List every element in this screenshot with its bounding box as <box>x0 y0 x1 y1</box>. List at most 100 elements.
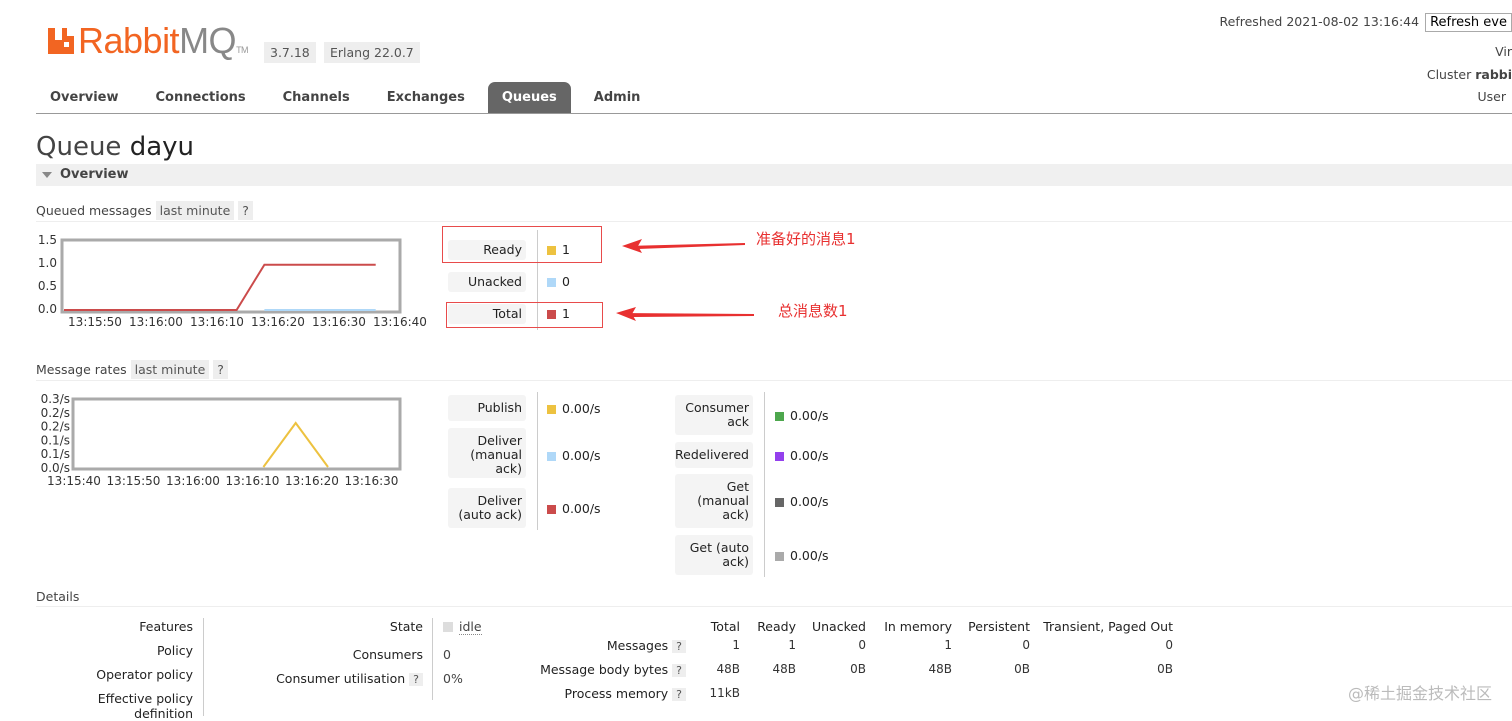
details-heading: Details <box>36 589 80 604</box>
x-tick-label: 13:15:40 <box>47 474 101 488</box>
details-separator <box>203 618 204 716</box>
annotation-arrow <box>616 307 754 321</box>
legend-label-deliver-auto: Deliver (auto ack) <box>448 488 526 528</box>
chart-frame <box>60 238 402 314</box>
legend-label-unacked: Unacked <box>448 272 526 292</box>
rabbitmq-logo-icon <box>48 28 74 54</box>
logo-text: RabbitMQTM <box>78 20 249 61</box>
cell: 1 <box>944 638 952 652</box>
cell: 0 <box>858 638 866 652</box>
chart-frame <box>71 397 402 471</box>
message-rates-chart: 0.3/s0.2/s0.2/s0.1/s0.1/s0.0/s13:15:40 13… <box>41 392 402 488</box>
divider <box>36 606 1512 607</box>
y-tick-label: 0.0 <box>38 302 57 316</box>
cell: 11kB <box>709 686 740 700</box>
legend-value-get-manual: 0.00/s <box>775 494 829 509</box>
policy-label: Policy <box>157 643 193 658</box>
help-button[interactable]: ? <box>238 201 253 220</box>
range-selector[interactable]: last minute <box>130 360 210 379</box>
queued-messages-heading: Queued messages last minute ? <box>36 201 253 220</box>
erlang-badge: Erlang 22.0.7 <box>324 42 420 63</box>
user-info: User <box>1477 89 1507 104</box>
row-label-messages: Messages? <box>500 638 686 653</box>
y-tick-label: 0.2/s <box>41 406 70 420</box>
x-tick-label: 13:16:10 <box>226 474 280 488</box>
tab-connections[interactable]: Connections <box>142 82 260 114</box>
cell: 0B <box>1157 662 1173 676</box>
cell: 48B <box>716 662 740 676</box>
tab-queues[interactable]: Queues <box>487 82 571 114</box>
y-tick-label: 0.5 <box>38 279 57 293</box>
tab-channels[interactable]: Channels <box>269 82 364 114</box>
cell: 0 <box>1022 638 1030 652</box>
consumer-utilisation-value: 0% <box>443 671 463 686</box>
cell: 0B <box>1014 662 1030 676</box>
x-tick-label: 13:16:20 <box>285 474 339 488</box>
column-in-memory: In memory <box>884 619 952 634</box>
cell: 0 <box>1165 638 1173 652</box>
divider <box>36 380 1512 381</box>
legend-label-publish: Publish <box>448 395 526 421</box>
watermark: @稀土掘金技术社区 <box>1347 684 1492 703</box>
tab-exchanges[interactable]: Exchanges <box>373 82 479 114</box>
legend-value-get-auto: 0.00/s <box>775 548 829 563</box>
legend-label-deliver-manual: Deliver (manual ack) <box>448 428 526 478</box>
legend-label-get-manual: Get (manual ack) <box>675 474 753 528</box>
features-label: Features <box>139 619 193 634</box>
effective-policy-label: Effective policy definition <box>97 691 193 721</box>
cell: 0B <box>850 662 866 676</box>
column-ready: Ready <box>757 619 796 634</box>
section-label: Overview <box>60 167 129 182</box>
state-value: idle <box>443 619 482 635</box>
legend-label-get-auto: Get (auto ack) <box>675 535 753 575</box>
help-button[interactable]: ? <box>213 360 228 379</box>
y-tick-label: 0.1/s <box>41 433 70 447</box>
legend-value-deliver-manual: 0.00/s <box>547 448 601 463</box>
legend-value-unacked: 0 <box>547 274 570 289</box>
legend-value-redelivered: 0.00/s <box>775 448 829 463</box>
state-label: State <box>389 619 423 634</box>
message-rates-heading: Message rates last minute ? <box>36 360 228 379</box>
queued-messages-chart: 1.5 1.0 0.5 0.0 13:15:50 13:16:00 13:16:10 13:1… <box>38 233 427 329</box>
divider <box>36 221 1512 222</box>
help-button[interactable]: ? <box>672 664 686 677</box>
cell: 1 <box>732 638 740 652</box>
consumers-value: 0 <box>443 647 451 662</box>
collapse-triangle-icon <box>42 172 52 178</box>
page-title: Queue dayu <box>36 132 194 162</box>
legend-value-deliver-auto: 0.00/s <box>547 501 601 516</box>
refresh-select[interactable]: Refresh eve <box>1425 13 1512 32</box>
x-tick-label: 13:15:50 <box>107 474 161 488</box>
x-tick-label: 13:16:30 <box>345 474 399 488</box>
x-tick-label: 13:16:00 <box>166 474 220 488</box>
tab-overview[interactable]: Overview <box>36 82 133 114</box>
x-tick-label: 13:16:30 <box>312 315 366 329</box>
tab-admin[interactable]: Admin <box>580 82 655 114</box>
highlight-box-ready <box>442 226 602 263</box>
x-tick-label: 13:16:00 <box>129 315 183 329</box>
details-separator <box>432 618 433 700</box>
consumer-utilisation-label: Consumer utilisation? <box>210 671 423 686</box>
row-label-process-memory: Process memory? <box>500 686 686 701</box>
help-button[interactable]: ? <box>409 673 423 686</box>
virtual-host-label: Vir <box>1495 44 1512 59</box>
legend-separator <box>764 392 765 577</box>
help-button[interactable]: ? <box>672 688 686 701</box>
legend-value-publish: 0.00/s <box>547 401 601 416</box>
overview-section-toggle[interactable]: Overview <box>36 164 1512 186</box>
range-selector[interactable]: last minute <box>155 201 235 220</box>
consumers-label: Consumers <box>352 647 423 662</box>
x-tick-label: 13:16:40 <box>373 315 427 329</box>
cluster-info: Cluster rabbi <box>1426 67 1512 82</box>
refreshed-info: Refreshed 2021-08-02 13:16:44 Refresh ev… <box>1220 13 1512 32</box>
cell: 48B <box>772 662 796 676</box>
y-tick-label: 0.2/s <box>41 420 70 434</box>
legend-value-consumer-ack: 0.00/s <box>775 408 829 423</box>
help-button[interactable]: ? <box>672 640 686 653</box>
legend-separator <box>537 392 538 530</box>
cell: 1 <box>788 638 796 652</box>
annotation-arrow <box>622 239 745 253</box>
y-tick-label: 1.5 <box>38 233 57 247</box>
x-tick-label: 13:16:10 <box>190 315 244 329</box>
cell: 48B <box>928 662 952 676</box>
